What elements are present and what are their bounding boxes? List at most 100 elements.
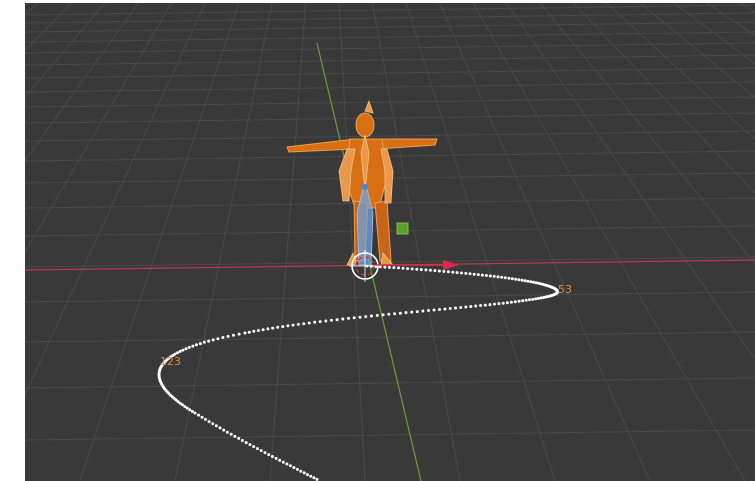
motion-path-dot: [226, 334, 230, 338]
grid-line: [79, 3, 240, 481]
motion-path-dot: [232, 333, 235, 337]
motion-path-dot: [532, 280, 535, 284]
motion-path-dot: [521, 299, 525, 303]
motion-path-dot: [415, 310, 419, 314]
motion-path-dot: [281, 325, 285, 329]
motion-path-dot: [190, 409, 194, 413]
motion-path-dot: [211, 338, 215, 342]
motion-path-dot: [500, 275, 504, 279]
motion-path-dot: [381, 313, 385, 317]
motion-path-dot: [237, 332, 241, 336]
motion-path-dot: [451, 270, 455, 274]
grid-line: [472, 3, 746, 481]
motion-path-dot: [194, 343, 198, 347]
grid-line: [438, 3, 651, 481]
motion-path-dot: [469, 305, 473, 308]
motion-path-dot: [207, 420, 211, 424]
motion-path-dot: [267, 453, 271, 457]
motion-path-dot: [221, 336, 225, 339]
motion-path-dot: [424, 268, 428, 272]
motion-path-dot: [398, 311, 402, 315]
motion-path-dot: [302, 322, 306, 326]
motion-path-dot: [488, 274, 492, 278]
motion-path-dot: [397, 266, 400, 270]
motion-path-dot: [401, 266, 405, 270]
motion-path-dot: [517, 278, 521, 282]
grid-line: [25, 225, 755, 237]
motion-path-dot: [419, 268, 423, 272]
grid-line: [25, 54, 755, 66]
motion-path-dot: [468, 272, 472, 276]
grid-line: [606, 3, 755, 141]
motion-path-dot: [312, 476, 316, 480]
motion-path-dot: [288, 464, 292, 468]
motion-path-dot: [296, 322, 300, 326]
motion-path-dot: [252, 445, 256, 449]
motion-path-dot: [263, 451, 267, 455]
armature-figure[interactable]: [286, 99, 438, 266]
motion-path-dot: [542, 296, 546, 299]
grid-line: [25, 21, 755, 33]
motion-path-dot: [460, 271, 463, 275]
motion-path-dot: [211, 422, 215, 426]
motion-path-dot: [299, 469, 303, 473]
motion-path-dot: [237, 436, 241, 440]
motion-path-dot: [292, 466, 296, 470]
grid-line: [25, 291, 755, 303]
frame-label-53: 53: [558, 283, 572, 296]
motion-path-dot: [204, 417, 207, 421]
grid-line: [405, 3, 556, 481]
grid-line: [25, 81, 755, 93]
motion-path-dot: [276, 325, 280, 329]
motion-path-dot: [364, 315, 368, 319]
motion-path-dot: [309, 474, 313, 478]
motion-path-dot: [370, 314, 373, 318]
grid-line: [25, 3, 106, 99]
motion-path-dot: [529, 280, 533, 284]
motion-path-dot: [427, 309, 430, 312]
motion-path-dot: [428, 268, 432, 272]
motion-path-dot: [528, 298, 531, 302]
motion-path-dot: [240, 439, 244, 442]
motion-path-dot: [187, 345, 191, 349]
motion-path-dot: [505, 301, 509, 305]
motion-path-dot: [415, 267, 419, 271]
motion-path-dot: [188, 408, 192, 412]
motion-path-dot: [510, 277, 514, 281]
motion-path-dot: [181, 348, 185, 352]
motion-path-dot: [454, 306, 457, 310]
motion-path-dot: [191, 344, 195, 348]
motion-path-dot: [501, 301, 505, 305]
motion-path-dot: [225, 430, 229, 434]
motion-path-dot: [503, 276, 507, 280]
3d-viewport[interactable]: 53 123: [25, 3, 755, 481]
bone-joint[interactable]: [362, 184, 368, 190]
motion-path-dot: [488, 303, 492, 307]
motion-path-dot: [375, 313, 379, 317]
motion-path-dot: [383, 265, 387, 269]
motion-path-dot: [271, 326, 275, 330]
grid-line: [706, 3, 755, 37]
motion-path-dot: [480, 273, 484, 277]
grid-line: [25, 3, 206, 396]
motion-path-dot: [329, 318, 333, 322]
grid-line: [25, 3, 39, 16]
viewport-scene[interactable]: 53 123: [25, 3, 755, 481]
grid-line: [25, 331, 755, 343]
motion-path-dot: [406, 267, 410, 271]
motion-path-dot: [248, 443, 252, 447]
ik-target-handle[interactable]: [396, 222, 409, 235]
motion-path-dot: [324, 319, 328, 323]
motion-path-dot: [202, 340, 206, 344]
motion-path-dot: [492, 274, 496, 278]
motion-path-dot: [523, 279, 527, 283]
grid-line: [25, 12, 755, 24]
grid-line: [25, 429, 755, 441]
grid-line: [505, 3, 755, 361]
motion-path-dot: [318, 320, 322, 324]
armature-head[interactable]: [355, 112, 375, 138]
armature-right-leg[interactable]: [374, 200, 392, 262]
motion-path-dot: [198, 342, 202, 346]
motion-path-dot: [534, 297, 538, 301]
motion-path-dot: [233, 434, 237, 438]
